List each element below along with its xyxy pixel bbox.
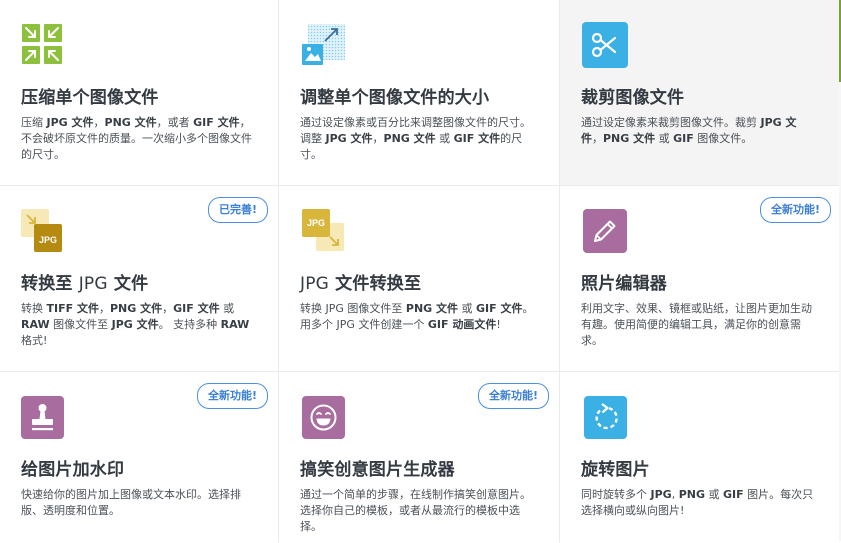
tool-card-resize[interactable]: 调整单个图像文件的大小 通过设定像素或百分比来调整图像文件的尺寸。 调整 JPG…: [279, 0, 559, 185]
tool-card-crop[interactable]: 裁剪图像文件 通过设定像素来裁剪图像文件。裁剪 JPG 文件，PNG 文件 或 …: [560, 0, 841, 185]
new-feature-badge: 全新功能!: [759, 197, 831, 223]
card-description: 转换 JPG 图像文件至 PNG 文件 或 GIF 文件。用多个 JPG 文件创…: [300, 302, 534, 331]
card-title: 旋转图片: [581, 460, 650, 480]
svg-text:JPG: JPG: [39, 235, 57, 245]
card-title: 搞笑创意图片生成器: [300, 460, 455, 480]
tool-card-convert-from-jpg[interactable]: JPG JPG 文件转换至 转换 JPG 图像文件至 PNG 文件 或 GIF …: [279, 186, 559, 371]
svg-text:JPG: JPG: [307, 218, 325, 228]
card-title: 给图片加水印: [21, 460, 125, 480]
convert-from-jpg-icon: JPG: [301, 208, 347, 254]
pencil-icon: [583, 209, 627, 253]
card-description: 同时旋转多个 JPG, PNG 或 GIF 图片。每次只选择横向或纵向图片!: [581, 488, 814, 517]
card-title: 裁剪图像文件: [581, 88, 685, 108]
tool-card-meme-generator[interactable]: 全新功能! 搞笑创意图片生成器 通过一个简单的步骤，在线制作搞笑创意图片。选择你…: [279, 372, 559, 543]
status-badge: 已完善!: [207, 197, 268, 223]
card-title: 照片编辑器: [581, 274, 667, 294]
tool-card-rotate[interactable]: 旋转图片 同时旋转多个 JPG, PNG 或 GIF 图片。每次只选择横向或纵向…: [560, 372, 841, 543]
tool-card-photo-editor[interactable]: 全新功能! 照片编辑器 利用文字、效果、镜框或贴纸，让图片更加生动有趣。使用简便…: [560, 186, 841, 371]
new-feature-badge: 全新功能!: [477, 383, 549, 409]
convert-to-jpg-icon: JPG: [20, 208, 66, 254]
stamp-icon: [21, 396, 64, 439]
scissors-icon: [582, 22, 628, 68]
rotate-icon: [584, 396, 627, 439]
card-description: 通过一个简单的步骤，在线制作搞笑创意图片。选择你自己的模板，或者从最流行的模板中…: [300, 488, 531, 533]
resize-image-icon: [301, 22, 347, 68]
card-description: 快速给你的图片加上图像或文本水印。选择排版、透明度和位置。: [21, 488, 241, 517]
card-title: 转换至 JPG 文件: [21, 274, 149, 294]
tools-grid: 压缩单个图像文件 压缩 JPG 文件，PNG 文件，或者 GIF 文件，不会破坏…: [0, 0, 841, 543]
card-description: 利用文字、效果、镜框或贴纸，让图片更加生动有趣。使用简便的编辑工具，满足你的创意…: [581, 302, 812, 347]
card-title: 调整单个图像文件的大小: [300, 88, 490, 108]
card-title: JPG 文件转换至: [300, 274, 422, 294]
compress-arrows-icon: [20, 22, 66, 68]
laughing-face-icon: [302, 396, 345, 439]
card-description: 转换 TIFF 文件，PNG 文件，GIF 文件 或 RAW 图像文件至 JPG…: [21, 302, 250, 347]
card-description: 通过设定像素来裁剪图像文件。裁剪 JPG 文件，PNG 文件 或 GIF 图像文…: [581, 116, 797, 145]
card-description: 通过设定像素或百分比来调整图像文件的尺寸。 调整 JPG 文件，PNG 文件 或…: [300, 116, 531, 161]
tool-card-convert-to-jpg[interactable]: 已完善! JPG 转换至 JPG 文件 转换 TIFF 文件，PNG 文件，GI…: [0, 186, 278, 371]
card-description: 压缩 JPG 文件，PNG 文件，或者 GIF 文件，不会破坏原文件的质量。一次…: [21, 116, 252, 161]
new-feature-badge: 全新功能!: [196, 383, 268, 409]
tool-card-watermark[interactable]: 全新功能! 给图片加水印 快速给你的图片加上图像或文本水印。选择排版、透明度和位…: [0, 372, 278, 543]
tool-card-compress[interactable]: 压缩单个图像文件 压缩 JPG 文件，PNG 文件，或者 GIF 文件，不会破坏…: [0, 0, 278, 185]
card-title: 压缩单个图像文件: [21, 88, 159, 108]
